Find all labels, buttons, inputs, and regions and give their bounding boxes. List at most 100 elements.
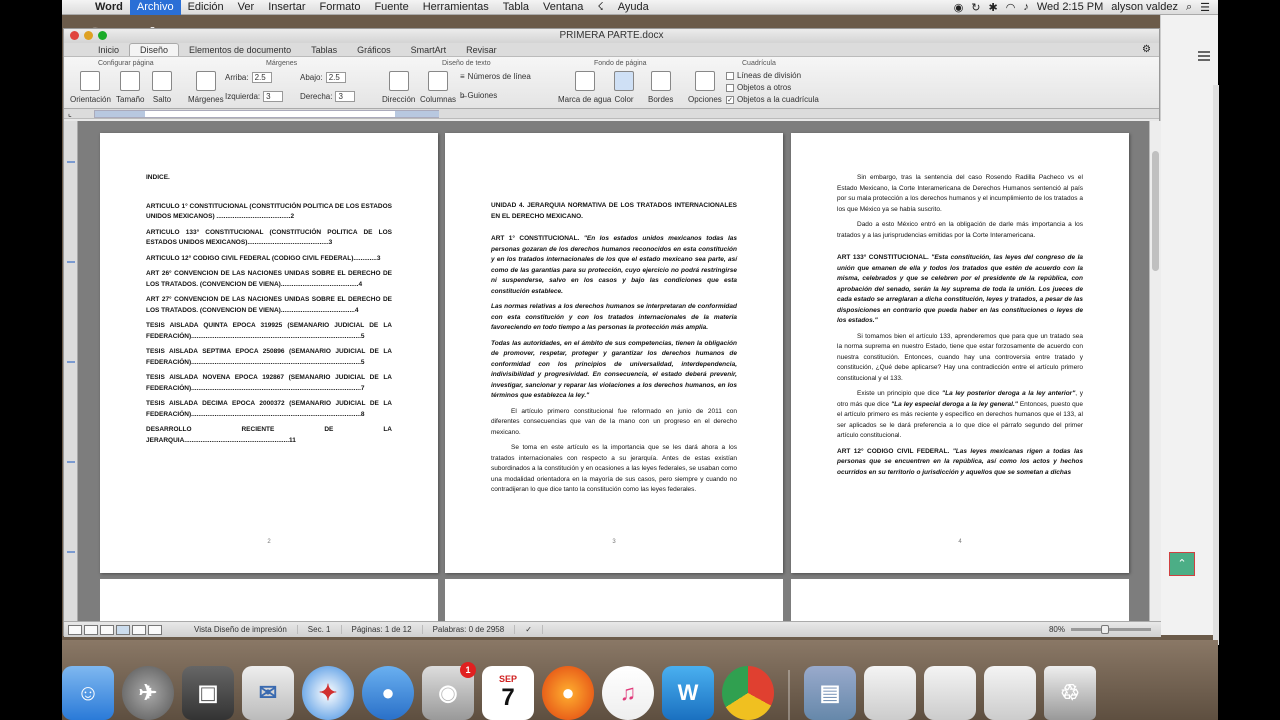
izquierda-input[interactable]: 3 [263, 91, 284, 102]
menu-tabla[interactable]: Tabla [496, 0, 536, 15]
tab-graficos[interactable]: Gráficos [347, 44, 401, 56]
lineas-division-checkbox[interactable]: Líneas de división [726, 71, 801, 80]
pages-indicator: Páginas: 1 de 12 [342, 625, 423, 634]
tab-inicio[interactable]: Inicio [88, 44, 129, 56]
page-color-icon [614, 71, 634, 91]
vertical-ruler[interactable] [64, 121, 78, 621]
spellcheck-icon[interactable]: ✓ [515, 625, 543, 634]
objetos-otros-checkbox[interactable]: Objetos a otros [726, 83, 791, 92]
page-1[interactable]: INDICE. ARTICULO 1° CONSTITUCIONAL (CONS… [100, 133, 438, 573]
menu-ver[interactable]: Ver [231, 0, 262, 15]
draft-view-icon[interactable] [68, 624, 82, 635]
status-icon[interactable]: ◉ [954, 1, 964, 14]
menu-ventana[interactable]: Ventana [536, 0, 590, 15]
outline-view-icon[interactable] [84, 624, 98, 635]
margenes-button[interactable]: Márgenes [188, 71, 224, 104]
zoom-icon[interactable] [98, 31, 107, 40]
launchpad-icon[interactable]: ✈ [122, 666, 174, 720]
search-icon[interactable]: ⌕ [1186, 1, 1192, 14]
index-entry: ARTICULO 133° CONSTITUCIONAL (CONSTITUCI… [146, 228, 392, 247]
document-area[interactable]: INDICE. ARTICULO 1° CONSTITUCIONAL (CONS… [64, 121, 1161, 621]
itunes-icon[interactable]: ♫ [602, 666, 654, 720]
fullscreen-view-icon[interactable] [148, 624, 162, 635]
word-icon[interactable]: W [662, 666, 714, 720]
horizontal-ruler[interactable] [94, 110, 439, 118]
numeros-linea-button[interactable]: ≡ Números de línea [460, 72, 531, 81]
next-page[interactable] [100, 579, 438, 621]
menu-herramientas[interactable]: Herramientas [416, 0, 496, 15]
menu-fuente[interactable]: Fuente [367, 0, 415, 15]
publishing-view-icon[interactable] [100, 624, 114, 635]
notification-list-icon[interactable]: ☰ [1200, 1, 1210, 14]
page-2[interactable]: UNIDAD 4. JERARQUIA NORMATIVA DE LOS TRA… [445, 133, 783, 573]
derecha-input[interactable]: 3 [335, 91, 356, 102]
finder-icon[interactable]: ☺ [62, 666, 114, 720]
trash-icon[interactable]: ♲ [1044, 666, 1096, 720]
time-machine-icon[interactable]: ↻ [971, 1, 980, 14]
zoom-slider[interactable] [1071, 625, 1151, 634]
menu-icon[interactable] [1198, 51, 1210, 61]
orientacion-button[interactable]: Orientación [70, 71, 111, 104]
menu-ayuda[interactable]: Ayuda [611, 0, 656, 15]
mail-icon[interactable]: ✉ [242, 666, 294, 720]
columnas-button[interactable]: Columnas [420, 71, 456, 104]
bluetooth-icon[interactable]: ✱ [989, 1, 998, 14]
next-page[interactable] [791, 579, 1129, 621]
ribbon: Configurar página Márgenes Diseño de tex… [64, 57, 1159, 109]
next-page[interactable] [445, 579, 783, 621]
applications-folder-icon[interactable]: ▤ [804, 666, 856, 720]
menu-formato[interactable]: Formato [312, 0, 367, 15]
word-window-thumbnail-icon[interactable] [924, 666, 976, 720]
tab-diseno[interactable]: Diseño [129, 43, 180, 56]
guiones-button[interactable]: b̶ Guiones [460, 91, 497, 100]
salto-button[interactable]: Salto [152, 71, 172, 104]
page-3[interactable]: Sin embargo, tras la sentencia del caso … [791, 133, 1129, 573]
opciones-button[interactable]: Opciones [688, 71, 722, 104]
calendar-icon[interactable]: SEP 7 [482, 666, 534, 720]
menu-edicion[interactable]: Edición [181, 0, 231, 15]
tab-smartart[interactable]: SmartArt [401, 44, 457, 56]
marca-agua-button[interactable]: Marca de agua [558, 71, 611, 104]
tamano-button[interactable]: Tamaño [116, 71, 144, 104]
scroll-to-top-button[interactable]: ⌃ [1169, 552, 1195, 576]
color-button[interactable]: Color [614, 71, 634, 104]
close-icon[interactable] [70, 31, 79, 40]
tab-revisar[interactable]: Revisar [456, 44, 507, 56]
print-layout-icon[interactable] [116, 624, 130, 635]
chrome-window-thumbnail-icon[interactable] [864, 666, 916, 720]
tab-stop-icon[interactable]: ⌞ [68, 109, 72, 118]
safari-icon[interactable]: ✦ [302, 666, 354, 720]
background-panel [1213, 85, 1219, 645]
index-entry: DESARROLLO RECIENTE DE LA JERARQUIA.....… [146, 426, 392, 444]
volume-icon[interactable]: ♪ [1023, 1, 1029, 13]
ribbon-options-icon[interactable]: ⚙ [1142, 44, 1151, 55]
facetime-icon[interactable]: ◉ 1 [422, 662, 476, 720]
messages-icon[interactable]: ● [362, 666, 414, 720]
objetos-cuadricula-checkbox[interactable]: ✓ Objetos a la cuadrícula [726, 95, 819, 104]
photos-icon[interactable]: ▣ [182, 666, 234, 720]
direccion-button[interactable]: Dirección [382, 71, 415, 104]
user-name[interactable]: alyson valdez [1111, 1, 1178, 13]
tab-tablas[interactable]: Tablas [301, 44, 347, 56]
bordes-button[interactable]: Bordes [648, 71, 673, 104]
page-number: 4 [958, 538, 962, 545]
minimize-icon[interactable] [84, 31, 93, 40]
clock[interactable]: Wed 2:15 PM [1037, 1, 1103, 13]
document-thumbnail-icon[interactable] [984, 666, 1036, 720]
arriba-input[interactable]: 2.5 [251, 72, 272, 83]
abajo-input[interactable]: 2.5 [325, 72, 346, 83]
chrome-icon[interactable] [722, 666, 774, 720]
page-number: 3 [612, 538, 616, 545]
menu-archivo[interactable]: Archivo [129, 0, 181, 15]
notebook-view-icon[interactable] [132, 624, 146, 635]
wifi-icon[interactable]: ◠ [1006, 1, 1016, 14]
tab-elementos[interactable]: Elementos de documento [179, 44, 301, 56]
menu-insertar[interactable]: Insertar [261, 0, 312, 15]
script-menu-icon[interactable]: ☇ [590, 0, 610, 15]
menu-app-word[interactable]: Word [88, 0, 130, 15]
scroll-thumb[interactable] [1152, 151, 1159, 271]
firefox-icon[interactable]: ● [542, 666, 594, 720]
paragraph: El artículo primero constitucional fue r… [491, 407, 737, 436]
index-heading: INDICE. [146, 174, 170, 181]
vertical-scrollbar[interactable] [1149, 121, 1161, 621]
